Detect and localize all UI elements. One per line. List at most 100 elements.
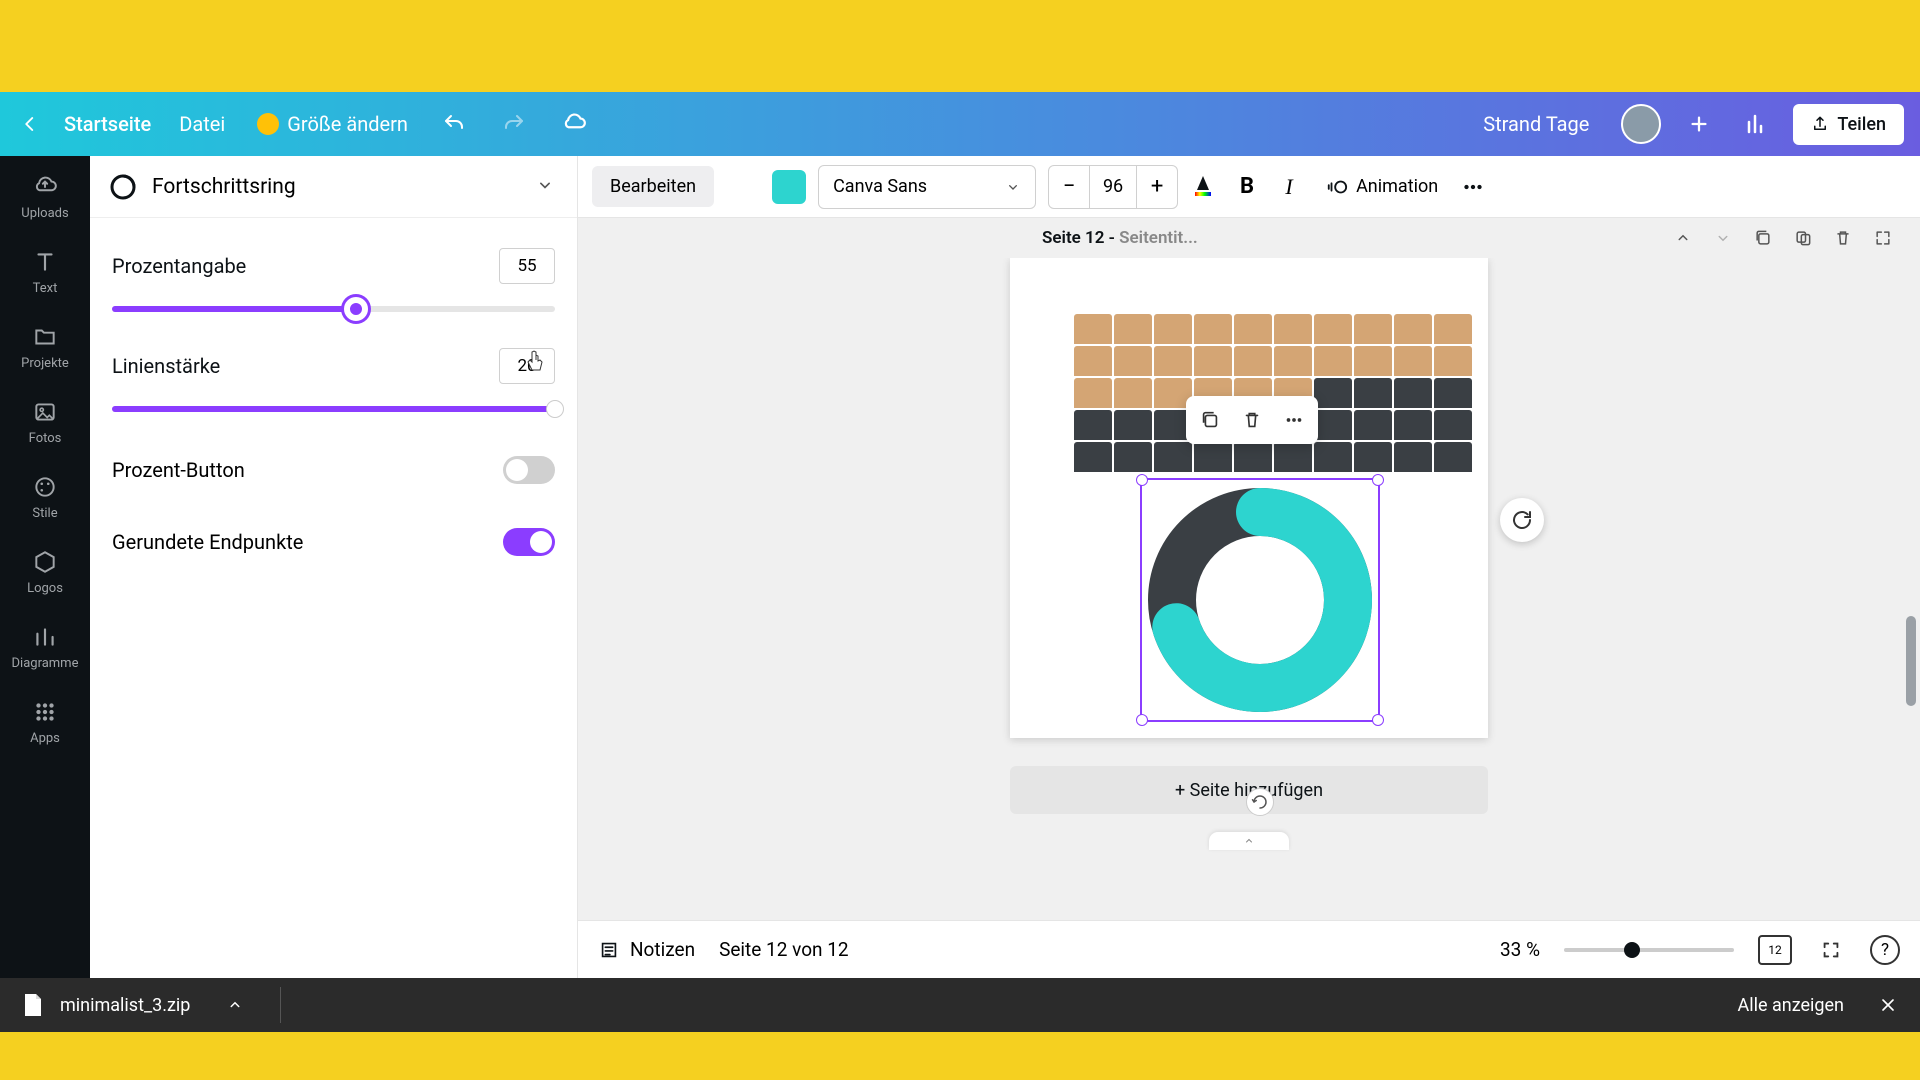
thickness-slider[interactable]: [112, 406, 555, 412]
add-user-button[interactable]: [1681, 106, 1717, 142]
font-size-group: − 96 +: [1048, 165, 1178, 209]
percent-slider[interactable]: [112, 306, 555, 312]
photo-icon: [30, 397, 60, 427]
undo-button[interactable]: [440, 110, 468, 138]
file-menu[interactable]: Datei: [179, 112, 225, 136]
sidebar-item-photos[interactable]: Fotos: [0, 393, 90, 450]
duplicate-page-button[interactable]: [1750, 225, 1776, 251]
download-expand-button[interactable]: [226, 996, 244, 1014]
grid-view-button[interactable]: 12: [1758, 935, 1792, 965]
back-button[interactable]: [16, 110, 44, 138]
bottom-bar: Notizen Seite 12 von 12 33 % 12 ?: [578, 920, 1920, 978]
sidebar-item-projects[interactable]: Projekte: [0, 318, 90, 375]
zoom-value[interactable]: 33 %: [1500, 938, 1540, 961]
sidebar-item-label: Fotos: [29, 431, 62, 446]
expand-page-button[interactable]: [1870, 225, 1896, 251]
selection-box[interactable]: [1140, 478, 1380, 722]
close-download-bar-button[interactable]: [1878, 995, 1898, 1015]
text-color-button[interactable]: [1190, 172, 1220, 202]
resize-handle-bl[interactable]: [1136, 714, 1148, 726]
sidebar-item-label: Projekte: [21, 356, 69, 371]
regenerate-button[interactable]: [1500, 498, 1544, 542]
copy-page-button[interactable]: [1790, 225, 1816, 251]
rounded-ends-label: Gerundete Endpunkte: [112, 530, 303, 554]
share-label: Teilen: [1837, 114, 1886, 135]
properties-title: Fortschrittsring: [152, 175, 521, 199]
cursor-icon: [524, 350, 544, 374]
font-size-value[interactable]: 96: [1089, 166, 1137, 208]
canvas-area: Bearbeiten Canva Sans − 96 + B I: [578, 156, 1920, 978]
crown-icon: [257, 113, 279, 135]
percent-button-label: Prozent-Button: [112, 458, 245, 482]
slider-thumb[interactable]: [546, 400, 564, 418]
canvas-viewport[interactable]: + Seite hinzufügen: [578, 258, 1920, 920]
share-button[interactable]: Teilen: [1793, 104, 1904, 145]
canvas-scrollbar[interactable]: [1904, 156, 1918, 978]
fullscreen-button[interactable]: [1816, 935, 1846, 965]
sidebar-item-charts[interactable]: Diagramme: [0, 618, 90, 675]
more-button[interactable]: [1460, 174, 1490, 200]
home-link[interactable]: Startseite: [64, 112, 151, 136]
upload-icon: [1811, 115, 1829, 133]
context-toolbar: Bearbeiten Canva Sans − 96 + B I: [578, 156, 1920, 218]
animation-label: Animation: [1356, 176, 1438, 197]
percent-input[interactable]: 55: [499, 248, 555, 284]
page-up-button[interactable]: [1670, 225, 1696, 251]
page-number-label: Seite 12 - Seitentit...: [1042, 228, 1198, 248]
delete-page-button[interactable]: [1830, 225, 1856, 251]
resize-handle-br[interactable]: [1372, 714, 1384, 726]
insights-button[interactable]: [1737, 106, 1773, 142]
rotate-handle[interactable]: [1246, 788, 1274, 816]
icon-sidebar: Uploads Text Projekte Fotos Stile Logos: [0, 156, 90, 978]
sidebar-item-label: Diagramme: [12, 656, 79, 671]
resize-handle-tl[interactable]: [1136, 474, 1148, 486]
rounded-ends-toggle[interactable]: [503, 528, 555, 556]
sidebar-item-uploads[interactable]: Uploads: [0, 168, 90, 225]
delete-element-button[interactable]: [1234, 402, 1270, 438]
page-strip: Seite 12 - Seitentit...: [578, 218, 1920, 258]
resize-button[interactable]: Größe ändern: [257, 112, 408, 136]
font-size-increase[interactable]: +: [1137, 166, 1177, 208]
animation-button[interactable]: Animation: [1316, 176, 1448, 198]
duplicate-element-button[interactable]: [1192, 402, 1228, 438]
help-button[interactable]: ?: [1870, 935, 1900, 965]
apps-icon: [30, 697, 60, 727]
avatar[interactable]: [1621, 104, 1661, 144]
sidebar-item-apps[interactable]: Apps: [0, 693, 90, 750]
sidebar-item-label: Uploads: [21, 206, 68, 221]
zoom-slider-thumb[interactable]: [1624, 942, 1640, 958]
color-swatch-teal[interactable]: [772, 170, 806, 204]
zoom-slider[interactable]: [1564, 948, 1734, 952]
sidebar-item-label: Apps: [30, 731, 60, 746]
cloud-upload-icon: [30, 172, 60, 202]
document-title[interactable]: Strand Tage: [1483, 112, 1589, 136]
redo-button[interactable]: [500, 110, 528, 138]
collapse-button[interactable]: [535, 175, 559, 199]
chart-icon: [30, 622, 60, 652]
more-element-button[interactable]: [1276, 402, 1312, 438]
sidebar-item-text[interactable]: Text: [0, 243, 90, 300]
sidebar-item-styles[interactable]: Stile: [0, 468, 90, 525]
notes-label: Notizen: [630, 938, 695, 961]
properties-panel: Fortschrittsring Prozentangabe 55 Linien…: [90, 156, 578, 978]
canvas-page[interactable]: [1010, 258, 1488, 738]
font-size-decrease[interactable]: −: [1049, 166, 1089, 208]
show-all-button[interactable]: Alle anzeigen: [1737, 995, 1844, 1016]
sidebar-item-label: Stile: [32, 506, 57, 521]
italic-button[interactable]: I: [1274, 174, 1304, 200]
percent-button-toggle[interactable]: [503, 456, 555, 484]
expand-timeline-handle[interactable]: [1209, 832, 1289, 850]
download-file-name[interactable]: minimalist_3.zip: [60, 995, 190, 1016]
resize-handle-tr[interactable]: [1372, 474, 1384, 486]
color-swatch-dark[interactable]: [726, 170, 760, 204]
edit-button[interactable]: Bearbeiten: [592, 166, 714, 207]
page-down-button[interactable]: [1710, 225, 1736, 251]
bold-button[interactable]: B: [1232, 174, 1262, 199]
font-select[interactable]: Canva Sans: [818, 165, 1036, 209]
page-count: Seite 12 von 12: [719, 938, 849, 961]
slider-thumb[interactable]: [344, 297, 368, 321]
cloud-sync-icon[interactable]: [560, 110, 588, 138]
notes-button[interactable]: Notizen: [598, 938, 695, 961]
sidebar-item-logos[interactable]: Logos: [0, 543, 90, 600]
scrollbar-thumb[interactable]: [1906, 616, 1916, 706]
